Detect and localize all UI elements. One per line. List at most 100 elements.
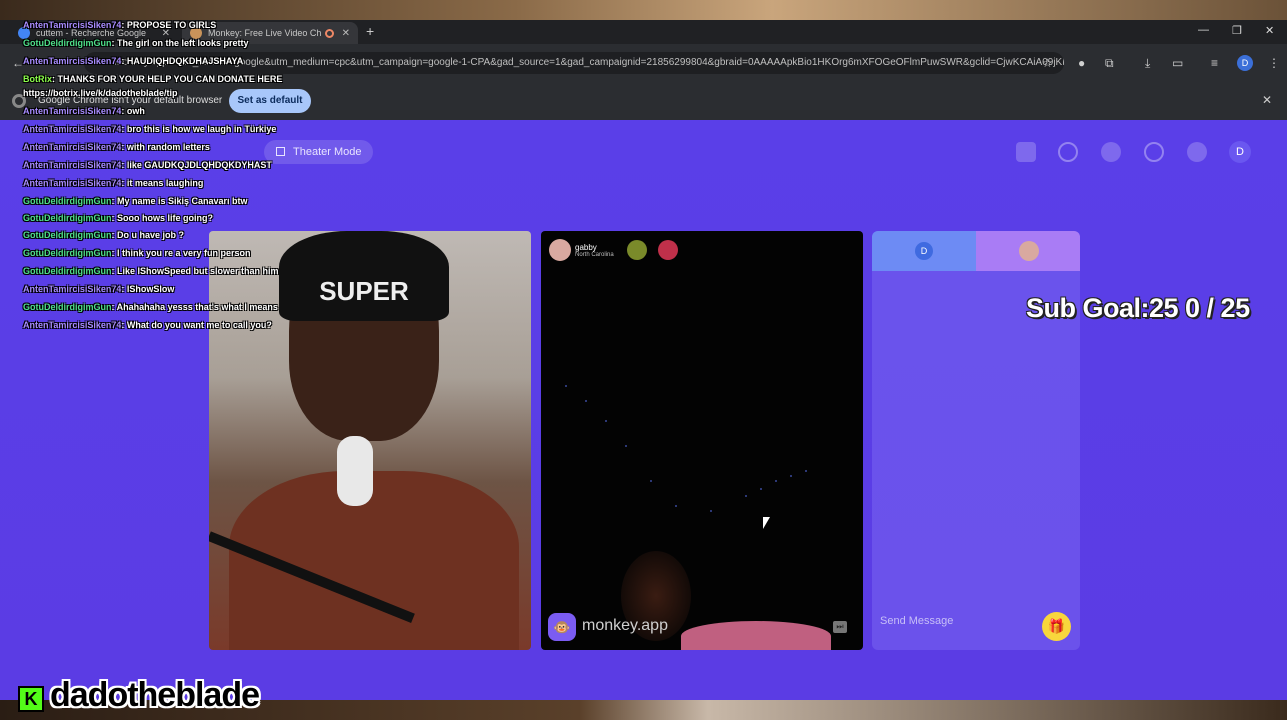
partner-hand [681,621,831,650]
heart-badge-icon[interactable] [627,240,647,260]
chat-message: AntenTamircisiSiken74: HAUDIQHDQKDHAJSHA… [23,56,243,66]
chat-message: GotuDeldirdigimGun: Sooo hows life going… [23,213,213,223]
partner-name: gabby [575,242,597,252]
chat-message: AntenTamircisiSiken74: PROPOSE TO GIRLS [23,20,216,30]
send-message-input[interactable]: Send Message [880,608,1050,634]
chat-message: GotuDeldirdigimGun: I think you re a ver… [23,248,251,258]
chat-text: : I think you re a very fun person [111,248,251,258]
extension-icon[interactable]: ● [1078,56,1085,70]
shop-icon[interactable] [1016,142,1036,162]
partner-video-dark-scene [565,385,807,512]
chat-username: GotuDeldirdigimGun [23,213,112,223]
chat-username: GotuDeldirdigimGun [23,230,112,240]
chat-text: : Ahahahaha yesss that's what I means [111,302,278,312]
chat-text: https://botrix.live/k/dadotheblade/tip [23,88,178,98]
chat-username: GotuDeldirdigimGun [23,196,112,206]
address-text: monkey.app/?utm_source=google&utm_medium… [114,57,1064,68]
profile-avatar[interactable]: D [1237,55,1253,71]
chat-text: : owh [121,106,145,116]
chat-message: AntenTamircisiSiken74: with random lette… [23,142,210,152]
chat-username: GotuDeldirdigimGun [23,38,112,48]
chat-text: : The girl on the left looks pretty [111,38,249,48]
streamer-name: dadotheblade [50,676,260,714]
chat-text: : IShowSlow [121,284,175,294]
chat-message: AntenTamircisiSiken74: bro this is how w… [23,124,276,134]
chat-username: GotuDeldirdigimGun [23,302,112,312]
recording-icon [325,28,335,38]
minimize-icon[interactable]: — [1198,24,1209,36]
chat-text: : Do u have job ? [111,230,185,240]
friends-icon[interactable] [1101,142,1121,162]
monkey-brand-text: monkey.app [582,617,668,634]
skip-icon[interactable]: ⏭ [833,621,847,633]
chat-message: GotuDeldirdigimGun: Like IShowSpeed but … [23,266,279,276]
chat-message: AntenTamircisiSiken74: IShowSlow [23,284,174,294]
chat-text: : What do you want me to call you? [121,320,272,330]
chat-message: BotRix: THANKS FOR YOUR HELP YOU CAN DON… [23,74,282,84]
chat-message: AntenTamircisiSiken74: owh [23,106,145,116]
chat-username: AntenTamircisiSiken74 [23,20,122,30]
theater-mode-button[interactable]: Theater Mode [264,140,374,164]
chat-text: : it means laughing [121,178,204,188]
messages-icon[interactable] [1187,142,1207,162]
close-window-icon[interactable]: ✕ [1265,24,1274,37]
download-icon[interactable]: ⤓ [1145,56,1150,71]
self-avatar: D [915,242,933,260]
gift-badge-icon[interactable] [658,240,678,260]
chat-username: GotuDeldirdigimGun [23,248,112,258]
gift-button-icon[interactable]: 🎁 [1042,612,1071,641]
chat-username: AntenTamircisiSiken74 [23,142,122,152]
chat-username: AntenTamircisiSiken74 [23,124,122,134]
chat-message: AntenTamircisiSiken74: like GAUDKQJDLQHD… [23,160,272,170]
nav-profile-avatar[interactable]: D [1229,141,1251,163]
chat-username: GotuDeldirdigimGun [23,266,112,276]
chat-username: AntenTamircisiSiken74 [23,178,122,188]
chat-text: : like GAUDKQJDLQHDQKDYHAST [121,160,272,170]
partner-info[interactable]: gabby North Carolina [549,239,614,261]
chat-text: : HAUDIQHDQKDHAJSHAYA [121,56,244,66]
menu-icon[interactable]: ⋮ [1268,56,1280,70]
theater-icon [276,147,285,156]
bookmark-star-icon[interactable]: ☆ [1042,56,1053,70]
restore-icon[interactable]: ❐ [1232,24,1242,37]
theater-label: Theater Mode [293,146,362,158]
chat-message: GotuDeldirdigimGun: My name is Sikiş Can… [23,196,248,206]
chat-text: : bro this is how we laugh in Türkiye [121,124,277,134]
infobar-close-icon[interactable]: ✕ [1262,93,1272,107]
chat-username: BotRix [23,74,52,84]
chat-text: : with random letters [121,142,210,152]
microphone [337,436,373,506]
chat-text: : THANKS FOR YOUR HELP YOU CAN DONATE HE… [52,74,283,84]
partner-location: North Carolina [575,251,614,258]
chat-message: GotuDeldirdigimGun: Do u have job ? [23,230,184,240]
chat-username: AntenTamircisiSiken74 [23,160,122,170]
media-icon[interactable]: ≡ [1211,56,1218,70]
set-as-default-button[interactable]: Set as default [229,89,311,113]
chat-username: AntenTamircisiSiken74 [23,56,122,66]
cast-icon[interactable]: ▭ [1172,56,1183,70]
webcam-strip-top [0,0,1287,20]
search-icon[interactable] [1058,142,1078,162]
close-tab-icon[interactable]: ✕ [342,28,350,39]
puzzle-icon[interactable]: ⧉ [1105,56,1114,71]
chat-message: AntenTamircisiSiken74: What do you want … [23,320,272,330]
chat-tab-partner[interactable] [976,231,1080,271]
tab-title: Monkey: Free Live Video Ch [208,28,322,38]
mouse-cursor-icon [763,517,770,529]
monkey-logo-icon: 🐵 [548,613,576,641]
chat-tab-self[interactable]: D [872,231,976,271]
chat-text: : PROPOSE TO GIRLS [121,20,217,30]
chat-text: : My name is Sikiş Canavarı btw [111,196,248,206]
chat-message: GotuDeldirdigimGun: Ahahahaha yesss that… [23,302,278,312]
new-tab-button[interactable]: + [366,23,374,39]
monkey-page: Theater Mode D SUPER gabby North Carolin… [0,120,1287,700]
chat-message: GotuDeldirdigimGun: The girl on the left… [23,38,249,48]
history-icon[interactable] [1144,142,1164,162]
partner-avatar-small [1019,241,1039,261]
partner-video: gabby North Carolina 🐵 monkey.app ⏭ [541,231,863,650]
chat-text: : Sooo hows life going? [111,213,214,223]
chat-username: AntenTamircisiSiken74 [23,106,122,116]
chat-message: https://botrix.live/k/dadotheblade/tip [23,88,178,98]
chat-text: : Like IShowSpeed but slower than him [111,266,279,276]
default-browser-infobar: Google Chrome isn't your default browser… [0,82,1287,120]
